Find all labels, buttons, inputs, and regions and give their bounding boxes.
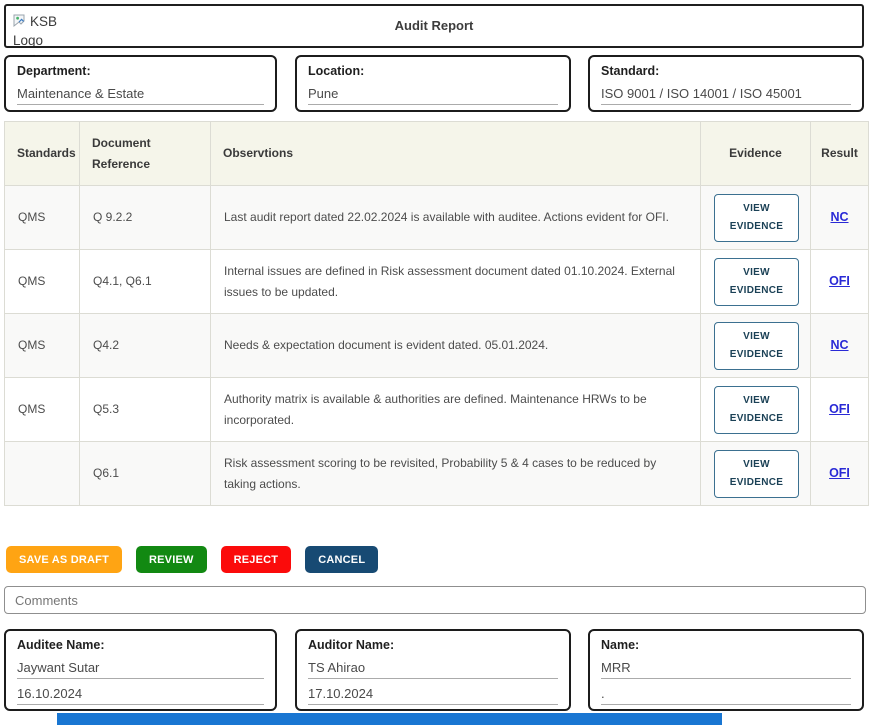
- observation-cell: Internal issues are defined in Risk asse…: [211, 250, 701, 314]
- observation-cell: Last audit report dated 22.02.2024 is av…: [211, 186, 701, 250]
- review-button[interactable]: REVIEW: [136, 546, 207, 573]
- auditee-name-label: Auditee Name:: [17, 638, 264, 652]
- auditor-box: Auditor Name:: [295, 629, 571, 711]
- reject-button[interactable]: REJECT: [221, 546, 292, 573]
- department-box: Department:: [4, 55, 277, 112]
- result-link[interactable]: OFI: [829, 466, 850, 480]
- table-row: QMS Q 9.2.2 Last audit report dated 22.0…: [5, 186, 869, 250]
- table-row: QMS Q4.1, Q6.1 Internal issues are defin…: [5, 250, 869, 314]
- auditor-name-label: Auditor Name:: [308, 638, 558, 652]
- page-title: Audit Report: [6, 18, 862, 33]
- action-buttons: SAVE AS DRAFT REVIEW REJECT CANCEL: [6, 546, 378, 573]
- table-header-row: Standards Document Reference Observtions…: [5, 122, 869, 186]
- col-observations: Observtions: [211, 122, 701, 186]
- doc-ref-cell: Q4.2: [80, 314, 211, 378]
- auditee-name-input[interactable]: [17, 659, 264, 679]
- table-row: QMS Q5.3 Authority matrix is available &…: [5, 378, 869, 442]
- col-evidence: Evidence: [701, 122, 811, 186]
- view-evidence-button[interactable]: VIEW EVIDENCE: [714, 322, 799, 370]
- observation-cell: Risk assessment scoring to be revisited,…: [211, 442, 701, 506]
- save-as-draft-button[interactable]: SAVE AS DRAFT: [6, 546, 122, 573]
- observations-table: Standards Document Reference Observtions…: [4, 121, 869, 506]
- view-evidence-button[interactable]: VIEW EVIDENCE: [714, 450, 799, 498]
- auditor-name-input[interactable]: [308, 659, 558, 679]
- doc-ref-cell: Q5.3: [80, 378, 211, 442]
- standard-cell: QMS: [5, 186, 80, 250]
- auditee-date-input[interactable]: [17, 685, 264, 705]
- view-evidence-button[interactable]: VIEW EVIDENCE: [714, 386, 799, 434]
- department-label: Department:: [17, 64, 264, 78]
- comments-input[interactable]: [4, 586, 866, 614]
- col-document-reference: Document Reference: [80, 122, 211, 186]
- name-input[interactable]: [601, 659, 851, 679]
- col-standards: Standards: [5, 122, 80, 186]
- name-date-input[interactable]: [601, 685, 851, 705]
- result-link[interactable]: NC: [830, 338, 848, 352]
- cancel-button[interactable]: CANCEL: [305, 546, 378, 573]
- auditee-box: Auditee Name:: [4, 629, 277, 711]
- result-link[interactable]: OFI: [829, 402, 850, 416]
- doc-ref-cell: Q 9.2.2: [80, 186, 211, 250]
- doc-ref-cell: Q4.1, Q6.1: [80, 250, 211, 314]
- location-label: Location:: [308, 64, 558, 78]
- bottom-blue-bar: [57, 713, 722, 725]
- standard-cell: QMS: [5, 250, 80, 314]
- table-row: QMS Q4.2 Needs & expectation document is…: [5, 314, 869, 378]
- col-result: Result: [811, 122, 869, 186]
- result-link[interactable]: NC: [830, 210, 848, 224]
- standard-input[interactable]: [601, 85, 851, 105]
- standard-cell: QMS: [5, 378, 80, 442]
- view-evidence-button[interactable]: VIEW EVIDENCE: [714, 258, 799, 306]
- name-box: Name:: [588, 629, 864, 711]
- report-header: KSB Logo Audit Report: [4, 4, 864, 48]
- standard-label: Standard:: [601, 64, 851, 78]
- observation-cell: Authority matrix is available & authorit…: [211, 378, 701, 442]
- standard-cell: [5, 442, 80, 506]
- standard-box: Standard:: [588, 55, 864, 112]
- result-link[interactable]: OFI: [829, 274, 850, 288]
- location-box: Location:: [295, 55, 571, 112]
- observation-cell: Needs & expectation document is evident …: [211, 314, 701, 378]
- location-input[interactable]: [308, 85, 558, 105]
- standard-cell: QMS: [5, 314, 80, 378]
- auditor-date-input[interactable]: [308, 685, 558, 705]
- table-row: Q6.1 Risk assessment scoring to be revis…: [5, 442, 869, 506]
- department-input[interactable]: [17, 85, 264, 105]
- view-evidence-button[interactable]: VIEW EVIDENCE: [714, 194, 799, 242]
- name-label: Name:: [601, 638, 851, 652]
- doc-ref-cell: Q6.1: [80, 442, 211, 506]
